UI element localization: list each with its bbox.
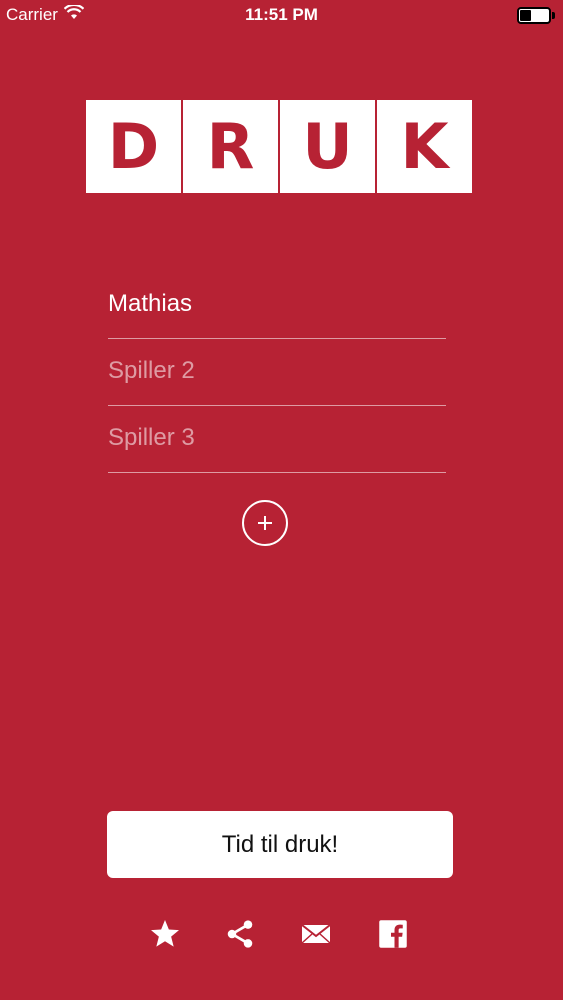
player-field-3[interactable]: Spiller 3	[108, 406, 446, 473]
logo-letter-k: K	[377, 100, 472, 193]
share-icon[interactable]	[222, 916, 258, 952]
logo-letter-r: R	[183, 100, 278, 193]
player-field-1[interactable]: Mathias	[108, 272, 446, 339]
logo-letter-u: U	[280, 100, 375, 193]
bottom-icon-bar	[0, 916, 563, 952]
logo-letter-d: D	[86, 100, 181, 193]
status-bar: Carrier 11:51 PM	[0, 0, 563, 30]
status-time: 11:51 PM	[245, 5, 318, 24]
player-1-value[interactable]: Mathias	[108, 290, 192, 318]
start-game-button[interactable]: Tid til druk!	[107, 811, 453, 878]
druk-logo: D R U K	[86, 100, 472, 193]
start-game-label: Tid til druk!	[221, 830, 339, 858]
player-3-placeholder[interactable]: Spiller 3	[108, 424, 195, 452]
mail-icon[interactable]	[298, 916, 334, 952]
facebook-icon[interactable]	[375, 916, 411, 952]
player-2-placeholder[interactable]: Spiller 2	[108, 357, 195, 385]
star-icon[interactable]	[147, 916, 183, 952]
battery-icon	[517, 7, 555, 24]
player-list: Mathias Spiller 2 Spiller 3	[108, 272, 446, 473]
plus-circle-icon	[258, 516, 272, 530]
player-field-2[interactable]: Spiller 2	[108, 339, 446, 406]
add-player-button[interactable]	[242, 500, 288, 546]
